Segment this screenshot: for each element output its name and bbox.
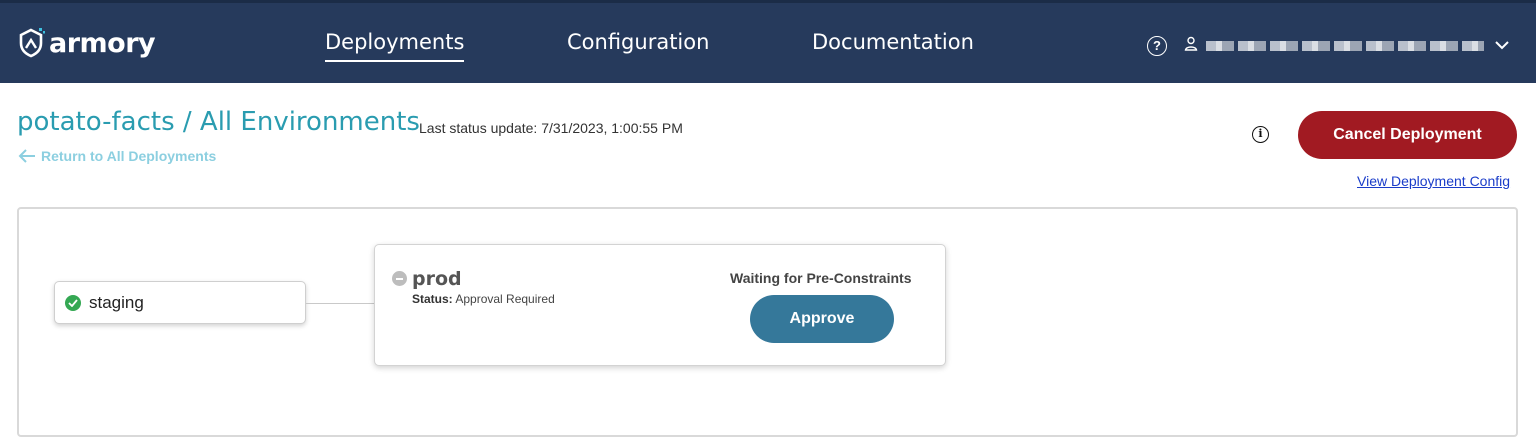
approve-button[interactable]: Approve	[750, 295, 894, 343]
check-circle-icon	[65, 294, 81, 311]
nav-deployments[interactable]: Deployments	[325, 30, 465, 62]
nav-configuration[interactable]: Configuration	[567, 30, 709, 54]
status-value: Approval Required	[455, 292, 555, 306]
cancel-deployment-button[interactable]: Cancel Deployment	[1298, 111, 1517, 159]
top-navbar: armory Deployments Configuration Documen…	[0, 0, 1536, 83]
environment-name: staging	[89, 292, 144, 312]
environment-node-staging[interactable]: staging	[54, 281, 306, 324]
user-name-redacted[interactable]	[1206, 41, 1484, 51]
armory-logo[interactable]: armory	[17, 27, 156, 59]
environment-node-prod[interactable]: prod Status: Approval Required Waiting f…	[374, 244, 946, 366]
pipeline-connector	[306, 303, 374, 304]
environment-status: Status: Approval Required	[412, 292, 555, 306]
page-title: potato-facts / All Environments	[17, 107, 420, 137]
logo-text: armory	[49, 27, 156, 59]
last-status-update: Last status update: 7/31/2023, 1:00:55 P…	[419, 120, 683, 136]
info-icon[interactable]: i	[1252, 126, 1269, 143]
question-circle-icon[interactable]: ?	[1147, 36, 1167, 56]
waiting-message: Waiting for Pre-Constraints	[730, 270, 912, 286]
pending-circle-icon	[392, 271, 407, 286]
nav-documentation[interactable]: Documentation	[812, 30, 974, 54]
chevron-down-icon[interactable]	[1494, 39, 1510, 51]
environment-name: prod	[412, 268, 462, 290]
arrow-left-icon	[18, 149, 35, 163]
status-label: Status:	[412, 292, 453, 306]
armory-shield-icon	[19, 28, 45, 58]
user-icon	[1184, 36, 1198, 51]
return-link-label: Return to All Deployments	[41, 148, 217, 164]
view-deployment-config-link[interactable]: View Deployment Config	[1357, 173, 1510, 189]
return-to-deployments-link[interactable]: Return to All Deployments	[18, 148, 216, 164]
